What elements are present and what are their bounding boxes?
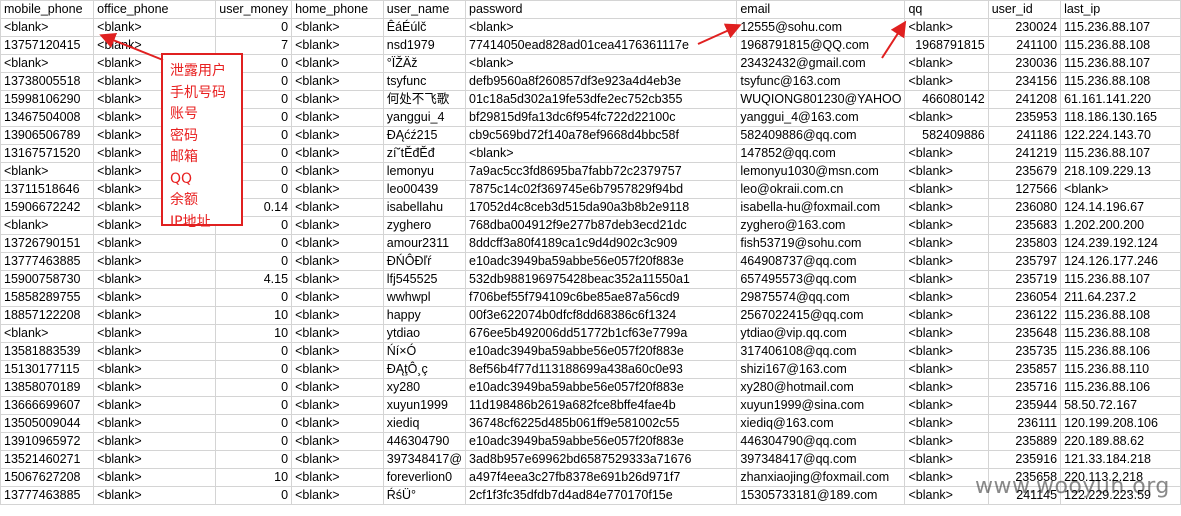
watermark: www.wooyun.org <box>975 474 1170 499</box>
arrow-to-mobile-phone <box>99 33 164 61</box>
arrow-to-qq <box>881 20 907 59</box>
arrow-to-email <box>697 23 742 45</box>
annotation-arrows <box>99 20 907 61</box>
